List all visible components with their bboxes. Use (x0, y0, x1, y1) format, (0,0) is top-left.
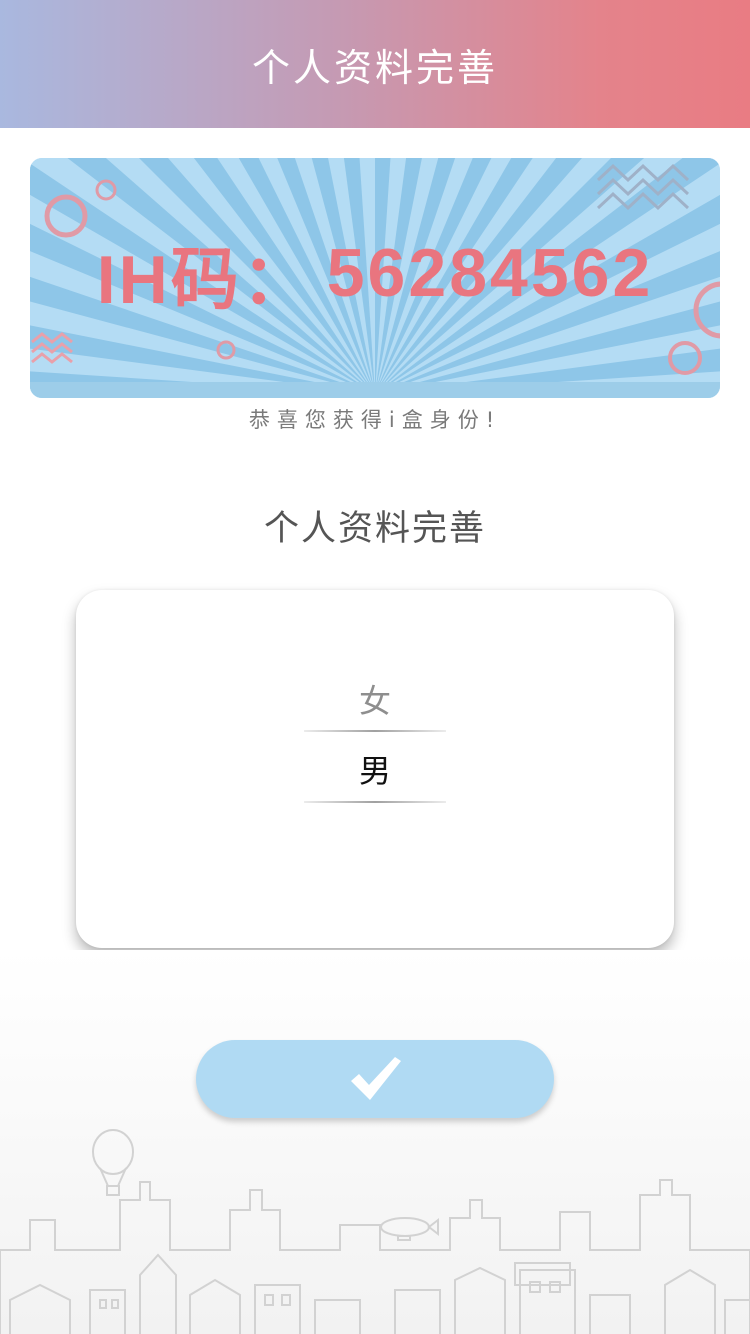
ih-code: IH码： 56284562 (30, 158, 720, 388)
picker-divider-bottom (304, 801, 446, 803)
confirm-button[interactable] (196, 1040, 554, 1118)
ih-code-banner: IH码： 56284562 (30, 158, 720, 398)
section-title: 个人资料完善 (263, 509, 486, 549)
check-icon (351, 1057, 401, 1100)
congrats-text: 恭喜您获得i盒身份! (248, 408, 502, 432)
gender-option-male-selected[interactable]: 男 (76, 746, 674, 792)
ih-code-value: 56284562 (326, 235, 654, 311)
header-bar: 个人资料完善 (0, 0, 750, 128)
gender-option-female[interactable]: 女 (76, 676, 674, 722)
ih-code-label: IH码： (96, 241, 313, 318)
page-title: 个人资料完善 (251, 45, 498, 90)
picker-divider-top (304, 730, 446, 732)
city-skyline-illustration (0, 950, 750, 1334)
